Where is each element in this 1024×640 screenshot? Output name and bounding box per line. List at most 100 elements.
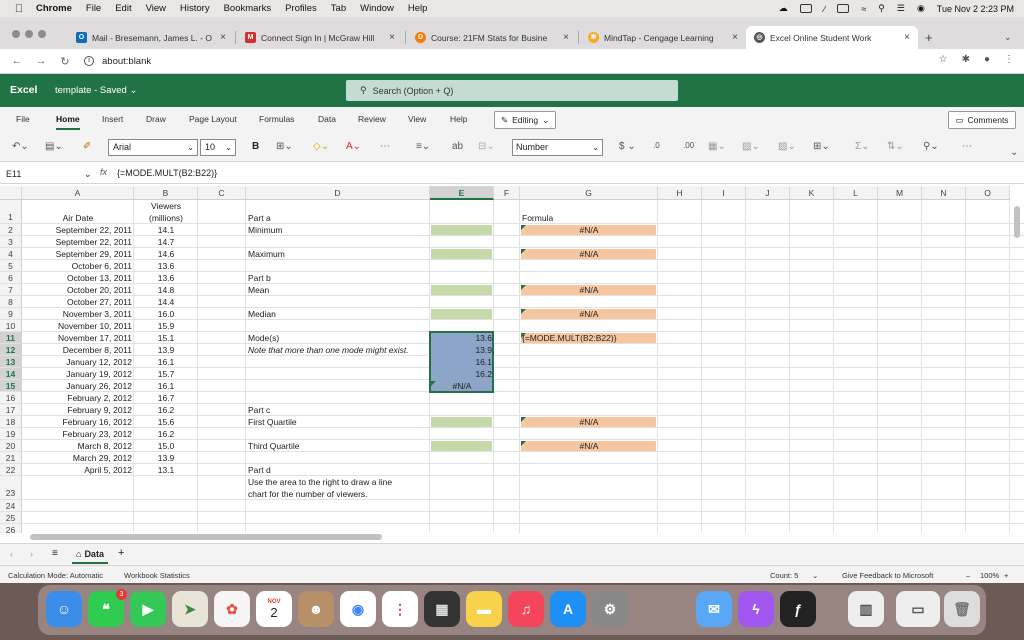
sort-filter-icon[interactable]: ⇅⌄	[887, 141, 904, 152]
finder-icon[interactable]: ☺	[46, 591, 82, 627]
find-icon[interactable]: ⚲⌄	[923, 141, 939, 152]
format-painter-icon[interactable]: ✐	[83, 141, 91, 152]
viewers-cell[interactable]: 13.9	[136, 452, 196, 464]
answer-mean[interactable]	[431, 285, 492, 295]
viewers-cell[interactable]: 15.7	[136, 368, 196, 380]
url-field[interactable]: i about:blank	[84, 56, 151, 67]
decrease-decimal-icon[interactable]: .00	[683, 141, 694, 150]
cloud-icon[interactable]: ☁	[779, 3, 788, 14]
mute-icon[interactable]: ∕	[824, 4, 826, 14]
label-part-d-line1[interactable]: Use the area to the right to draw a line	[248, 476, 428, 488]
browser-tab-excel-online[interactable]: ◎ Excel Online Student Work ×	[746, 26, 918, 49]
name-box[interactable]: E11 ⌄	[4, 167, 92, 181]
column-header-e[interactable]: E	[430, 186, 494, 200]
menu-view[interactable]: View	[146, 3, 166, 14]
mode-result-cell[interactable]: 16.1	[432, 356, 492, 368]
tab-home[interactable]: Home	[56, 114, 80, 130]
label-part-b[interactable]: Part b	[248, 272, 428, 284]
row-header-3[interactable]: 3	[0, 236, 22, 248]
document-thumbnail-icon[interactable]: ▥	[848, 591, 884, 627]
menu-history[interactable]: History	[180, 3, 210, 14]
column-header-h[interactable]: H	[658, 186, 702, 200]
currency-icon[interactable]: $ ⌄	[619, 141, 636, 152]
viewers-cell[interactable]: 15.1	[136, 332, 196, 344]
window-thumbnail-icon[interactable]: ▭	[896, 591, 940, 627]
align-icon[interactable]: ≡⌄	[416, 141, 430, 152]
app-store-icon[interactable]: A	[550, 591, 586, 627]
menu-file[interactable]: File	[86, 3, 101, 14]
search-box[interactable]: ⚲ Search (Option + Q)	[346, 80, 678, 101]
answer-median[interactable]	[431, 309, 492, 319]
viewers-cell[interactable]: 13.6	[136, 272, 196, 284]
wrap-text-icon[interactable]: ab	[452, 141, 463, 152]
sheet-tab-data[interactable]: ⌂ Data	[72, 546, 108, 564]
answer-minimum[interactable]	[431, 225, 492, 235]
row-header-4[interactable]: 4	[0, 248, 22, 260]
calendar-icon[interactable]: NOV 2	[256, 591, 292, 627]
autosum-icon[interactable]: Σ⌄	[855, 141, 870, 152]
prev-sheet-icon[interactable]: ‹	[10, 549, 13, 559]
column-header-k[interactable]: K	[790, 186, 834, 200]
label-median[interactable]: Median	[248, 308, 428, 320]
fx-icon[interactable]: fx	[100, 167, 107, 177]
label-mode-note[interactable]: Note that more than one mode might exist…	[248, 344, 428, 356]
reload-icon[interactable]: ↻	[58, 55, 72, 68]
menu-bookmarks[interactable]: Bookmarks	[224, 3, 272, 14]
viewers-cell[interactable]: 15.0	[136, 440, 196, 452]
row-header-9[interactable]: 9	[0, 308, 22, 320]
label-first-quartile[interactable]: First Quartile	[248, 416, 428, 428]
script-app-icon[interactable]: ƒ	[780, 591, 816, 627]
row-header-26[interactable]: 26	[0, 524, 22, 533]
label-part-d[interactable]: Part d	[248, 464, 428, 476]
menu-help[interactable]: Help	[408, 3, 428, 14]
viewers-cell[interactable]: 13.1	[136, 464, 196, 476]
tab-file[interactable]: File	[16, 114, 30, 124]
minimize-window-icon[interactable]	[25, 30, 33, 38]
menu-window[interactable]: Window	[360, 3, 394, 14]
formula-result-na[interactable]: #N/A	[522, 248, 656, 260]
fill-color-icon[interactable]: ◇⌄	[313, 141, 329, 152]
conditional-format-icon[interactable]: ▦⌄	[708, 141, 726, 152]
bold-icon[interactable]: B	[252, 141, 259, 152]
menu-tab[interactable]: Tab	[331, 3, 346, 14]
paste-icon[interactable]: ▤⌄	[45, 141, 63, 152]
mode-result-cell[interactable]: 13.9	[432, 344, 492, 356]
air-date-cell[interactable]: November 17, 2011	[24, 332, 132, 344]
tab-search-chevron-icon[interactable]: ⌄	[1004, 32, 1012, 43]
excel-app-name[interactable]: Excel	[10, 84, 37, 96]
answer-maximum[interactable]	[431, 249, 492, 259]
extensions-puzzle-icon[interactable]: ✱	[962, 54, 970, 65]
row-header-8[interactable]: 8	[0, 296, 22, 308]
row-header-24[interactable]: 24	[0, 500, 22, 512]
air-date-cell[interactable]: January 26, 2012	[24, 380, 132, 392]
formula-result-na[interactable]: #N/A	[522, 416, 656, 428]
workbook-statistics[interactable]: Workbook Statistics	[124, 571, 190, 580]
calc-mode[interactable]: Calculation Mode: Automatic	[8, 571, 103, 580]
apple-icon[interactable]: 	[12, 3, 26, 15]
column-header-l[interactable]: L	[834, 186, 878, 200]
browser-tab-mcgraw[interactable]: M Connect Sign In | McGraw Hill ×	[237, 26, 403, 49]
formula-result-na[interactable]: #N/A	[522, 308, 656, 320]
row-header-11[interactable]: 11	[0, 332, 22, 344]
trash-icon[interactable]: 🗑	[944, 591, 980, 627]
messenger-icon[interactable]: ϟ	[738, 591, 774, 627]
tab-draw[interactable]: Draw	[146, 114, 166, 124]
tab-insert[interactable]: Insert	[102, 114, 123, 124]
format-table-icon[interactable]: ▧⌄	[742, 141, 760, 152]
merge-icon[interactable]: ⊟⌄	[478, 141, 495, 152]
tab-view[interactable]: View	[408, 114, 426, 124]
air-date-cell[interactable]: October 20, 2011	[24, 284, 132, 296]
viewers-cell[interactable]: 13.9	[136, 344, 196, 356]
next-sheet-icon[interactable]: ›	[30, 549, 33, 559]
browser-tab-mindtap[interactable]: ✱ MindTap - Cengage Learning ×	[580, 26, 746, 49]
battery-icon[interactable]	[837, 4, 850, 13]
column-header-m[interactable]: M	[878, 186, 922, 200]
row-header-14[interactable]: 14	[0, 368, 22, 380]
viewers-cell[interactable]: 14.6	[136, 248, 196, 260]
calendar-status-icon[interactable]	[799, 4, 812, 13]
row-header-10[interactable]: 10	[0, 320, 22, 332]
air-date-cell[interactable]: February 2, 2012	[24, 392, 132, 404]
profile-avatar-icon[interactable]: ●	[984, 54, 990, 65]
row-header-19[interactable]: 19	[0, 428, 22, 440]
spreadsheet-grid[interactable]: A B C D E F G H I J K L M N O 1 2 3 4 5 6 7 8 9 10 11 12 13 14 15 16 17…	[0, 186, 1024, 533]
